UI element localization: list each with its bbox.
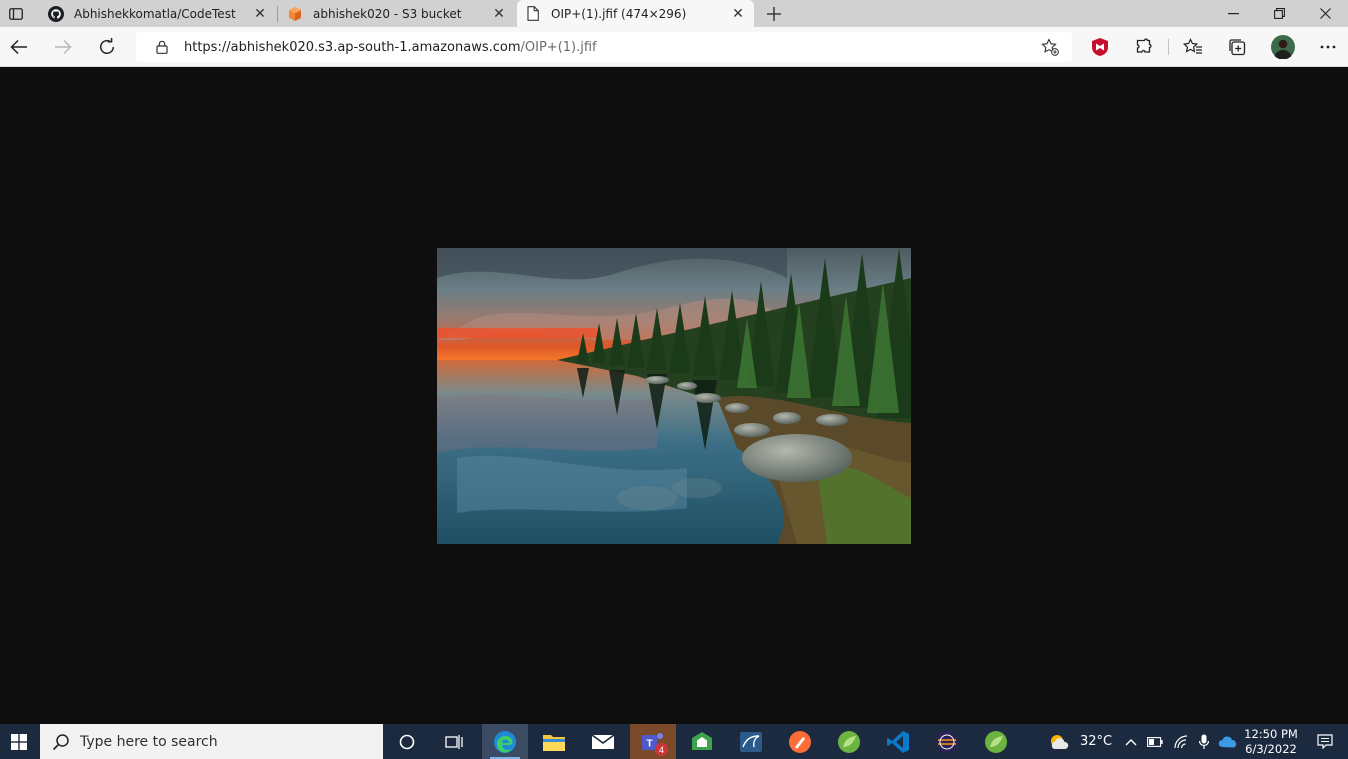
tab-actions-icon [9, 7, 23, 20]
close-tab-icon[interactable]: ✕ [248, 2, 272, 26]
onedrive-cloud-icon [1218, 736, 1237, 747]
notification-badge: 4 [655, 743, 668, 756]
edge-icon [494, 730, 516, 753]
document-icon [525, 6, 541, 22]
toolbar-divider [1168, 39, 1169, 55]
minimize-button[interactable] [1210, 0, 1256, 27]
close-tab-icon[interactable]: ✕ [487, 2, 511, 26]
eclipse-icon [936, 730, 958, 753]
tab-title: OIP+(1).jfif (474×296) [551, 6, 687, 21]
network-indicator[interactable] [1170, 724, 1192, 759]
favorites-icon[interactable] [1177, 31, 1209, 63]
address-bar[interactable]: https://abhishek020.s3.ap-south-1.amazon… [136, 32, 1072, 62]
close-window-button[interactable] [1302, 0, 1348, 27]
restore-button[interactable] [1256, 0, 1302, 27]
profile-avatar[interactable] [1267, 31, 1299, 63]
landscape-photo [437, 248, 911, 544]
url-host: https://abhishek020.s3.ap-south-1.amazon… [184, 39, 521, 55]
windows-taskbar: Type here to search T 4 32°C 12:50 PM 6/… [0, 724, 1348, 759]
cortana-button[interactable] [384, 724, 430, 759]
taskbar-spring-tools-2[interactable] [973, 724, 1019, 759]
github-icon [48, 5, 64, 22]
forward-arrow-icon [55, 39, 72, 55]
task-view-button[interactable] [431, 724, 477, 759]
postman-icon [789, 730, 811, 753]
notification-icon [1317, 734, 1333, 749]
tab-image-active[interactable]: OIP+(1).jfif (474×296) ✕ [517, 0, 754, 27]
taskbar-vscode[interactable] [875, 724, 921, 759]
taskbar-search-box[interactable]: Type here to search [40, 724, 383, 759]
battery-icon [1147, 736, 1163, 747]
taskbar-app-green-house[interactable] [679, 724, 725, 759]
tab-title: Abhishekkomatla/CodeTest [74, 6, 236, 21]
taskbar-eclipse[interactable] [924, 724, 970, 759]
spring-leaf-icon [838, 730, 860, 753]
wifi-icon [1174, 734, 1188, 748]
mail-icon [591, 733, 615, 749]
app-house-icon [692, 731, 712, 750]
window-controls [1210, 0, 1348, 27]
taskbar-teams[interactable]: T 4 [630, 724, 676, 759]
weather-widget[interactable] [1046, 724, 1072, 759]
taskbar-spring-tools[interactable] [826, 724, 872, 759]
folder-icon [543, 734, 565, 751]
tab-title: abhishek020 - S3 bucket [313, 6, 462, 21]
url-path: /OIP+(1).jfif [520, 39, 597, 55]
taskbar-mail[interactable] [580, 724, 626, 759]
battery-indicator[interactable] [1144, 724, 1166, 759]
tab-s3-bucket[interactable]: abhishek020 - S3 bucket ✕ [279, 0, 515, 27]
taskbar-mysql[interactable] [728, 724, 774, 759]
tab-github[interactable]: Abhishekkomatla/CodeTest ✕ [40, 0, 276, 27]
lock-icon[interactable] [154, 40, 170, 54]
weather-temperature[interactable]: 32°C [1076, 724, 1116, 759]
svg-text:T: T [646, 738, 652, 749]
mysql-workbench-icon [740, 731, 762, 752]
aws-s3-icon [287, 6, 303, 22]
page-viewport [0, 67, 1348, 724]
extensions-icon[interactable] [1128, 31, 1160, 63]
system-clock[interactable]: 12:50 PM 6/3/2022 [1236, 727, 1306, 757]
vscode-icon [887, 730, 909, 753]
microphone-indicator[interactable] [1194, 724, 1214, 759]
tab-strip: Abhishekkomatla/CodeTest ✕ abhishek020 -… [0, 0, 1348, 27]
chevron-up-icon [1125, 738, 1137, 745]
task-view-icon [445, 734, 463, 749]
plus-icon [767, 6, 781, 21]
collections-icon[interactable] [1221, 31, 1253, 63]
tab-divider [277, 6, 278, 22]
show-hidden-icons-button[interactable] [1122, 724, 1140, 759]
spring-leaf-icon [985, 730, 1007, 753]
more-icon[interactable] [1312, 31, 1344, 63]
tab-actions-button[interactable] [0, 0, 32, 27]
taskbar-edge[interactable] [482, 724, 528, 759]
taskbar-file-explorer[interactable] [531, 724, 577, 759]
back-button[interactable] [3, 31, 35, 63]
forward-button[interactable] [47, 31, 79, 63]
start-button[interactable] [0, 724, 38, 759]
browser-toolbar: https://abhishek020.s3.ap-south-1.amazon… [0, 27, 1348, 67]
search-icon [52, 733, 70, 751]
weather-sun-cloud-icon [1051, 734, 1069, 749]
refresh-icon [99, 38, 115, 55]
refresh-button[interactable] [91, 31, 123, 63]
close-tab-icon[interactable]: ✕ [726, 2, 750, 26]
clock-date: 6/3/2022 [1245, 742, 1297, 756]
displayed-image[interactable] [437, 248, 911, 544]
url-text[interactable]: https://abhishek020.s3.ap-south-1.amazon… [184, 40, 597, 55]
cortana-icon [399, 734, 415, 749]
mcafee-icon[interactable] [1084, 31, 1116, 63]
new-tab-button[interactable] [760, 0, 788, 27]
microphone-icon [1198, 734, 1210, 749]
windows-logo-icon [11, 733, 27, 750]
search-placeholder: Type here to search [80, 733, 218, 750]
action-center-button[interactable] [1310, 724, 1340, 759]
taskbar-postman[interactable] [777, 724, 823, 759]
add-favorite-icon[interactable] [1040, 37, 1060, 57]
clock-time: 12:50 PM [1244, 727, 1298, 741]
back-arrow-icon [10, 39, 27, 55]
